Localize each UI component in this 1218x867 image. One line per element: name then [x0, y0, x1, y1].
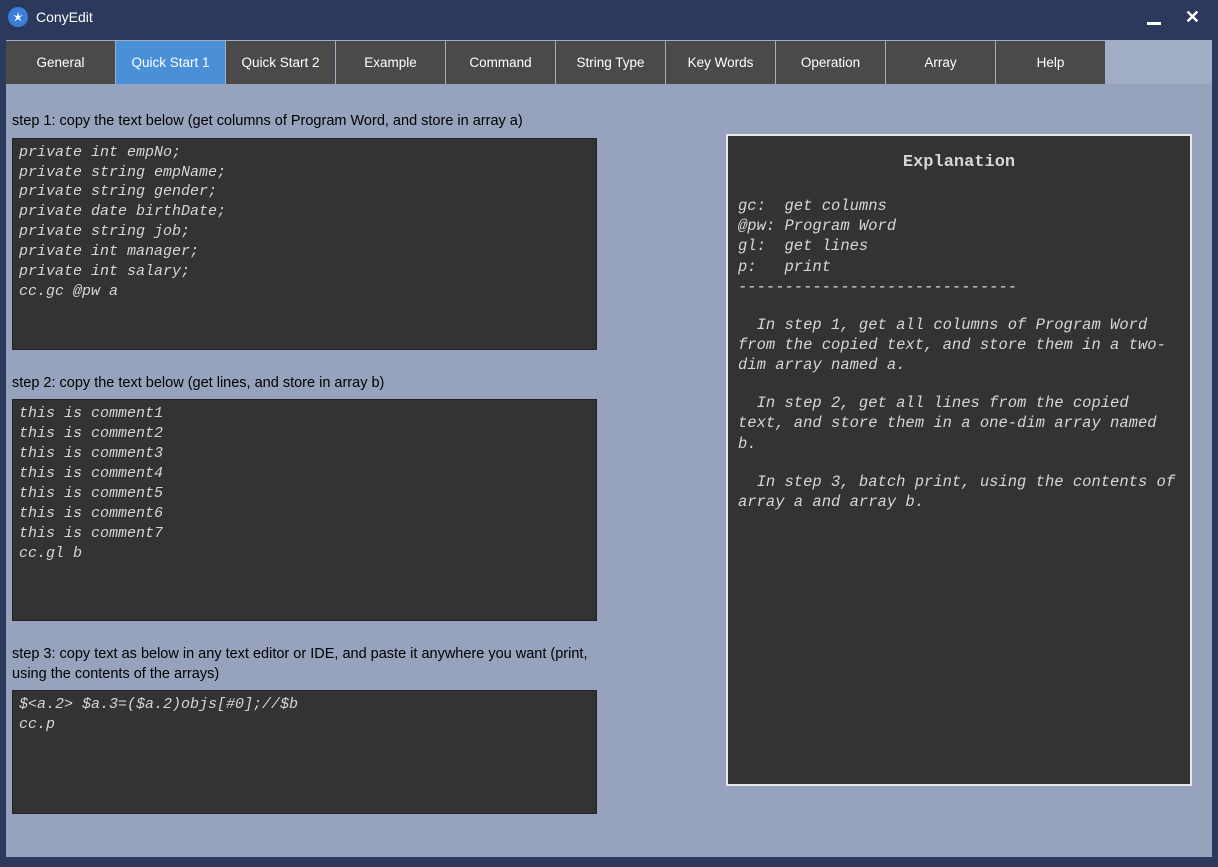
explanation-divider: ------------------------------ — [738, 277, 1180, 297]
tab-help[interactable]: Help — [996, 41, 1105, 84]
titlebar: ConyEdit ✕ — [0, 0, 1218, 34]
explanation-p3: In step 3, batch print, using the conten… — [738, 472, 1180, 512]
tab-quick-start-2[interactable]: Quick Start 2 — [226, 41, 335, 84]
tab-array[interactable]: Array — [886, 41, 995, 84]
window-controls: ✕ — [1147, 8, 1210, 26]
right-column: Explanation gc: get columns @pw: Program… — [614, 84, 1212, 857]
minimize-button[interactable] — [1147, 8, 1161, 26]
explanation-title: Explanation — [738, 152, 1180, 174]
step-1-code[interactable]: private int empNo; private string empNam… — [12, 138, 597, 350]
close-button[interactable]: ✕ — [1185, 8, 1200, 26]
tab-key-words[interactable]: Key Words — [666, 41, 775, 84]
step-3-code[interactable]: $<a.2> $a.3=($a.2)objs[#0];//$b cc.p — [12, 690, 597, 814]
tab-general[interactable]: General — [6, 41, 115, 84]
app-icon — [8, 7, 28, 27]
explanation-panel: Explanation gc: get columns @pw: Program… — [726, 134, 1192, 786]
step-2-code[interactable]: this is comment1 this is comment2 this i… — [12, 399, 597, 621]
tab-quick-start-1[interactable]: Quick Start 1 — [116, 41, 225, 84]
explanation-p1: In step 1, get all columns of Program Wo… — [738, 315, 1180, 375]
step-1-label: step 1: copy the text below (get columns… — [12, 112, 614, 132]
tab-string-type[interactable]: String Type — [556, 41, 665, 84]
left-column: step 1: copy the text below (get columns… — [6, 84, 614, 857]
app-title: ConyEdit — [36, 9, 1147, 25]
explanation-legend: gc: get columns @pw: Program Word gl: ge… — [738, 196, 1180, 277]
tabbar: General Quick Start 1 Quick Start 2 Exam… — [6, 40, 1212, 84]
tab-command[interactable]: Command — [446, 41, 555, 84]
explanation-p2: In step 2, get all lines from the copied… — [738, 393, 1180, 453]
content-area: step 1: copy the text below (get columns… — [6, 84, 1212, 857]
step-3-label: step 3: copy text as below in any text e… — [12, 645, 597, 684]
tab-example[interactable]: Example — [336, 41, 445, 84]
step-2-label: step 2: copy the text below (get lines, … — [12, 374, 614, 394]
window-body: General Quick Start 1 Quick Start 2 Exam… — [0, 34, 1218, 867]
tab-operation[interactable]: Operation — [776, 41, 885, 84]
